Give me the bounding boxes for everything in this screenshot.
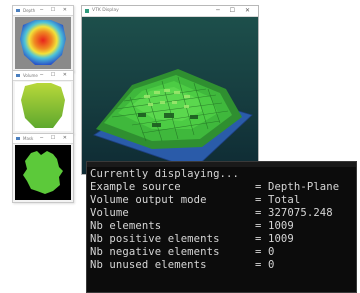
console-titlebar[interactable] (87, 162, 356, 167)
window-titlebar[interactable]: Volume ─ ☐ ✕ (13, 71, 73, 81)
app-icon (16, 74, 20, 77)
window-title: Depth (23, 8, 36, 13)
row-value: 0 (267, 259, 275, 271)
app-icon (16, 9, 20, 12)
row-sep: = (255, 181, 268, 193)
row-key: Nb positive elements (90, 233, 220, 245)
window-controls[interactable]: ─ ☐ ✕ (40, 71, 70, 80)
console-row: Nb negative elements = 0 (90, 246, 274, 259)
volume-shade-image (15, 82, 71, 131)
window-title: Mask (23, 136, 34, 141)
app-icon (16, 137, 20, 140)
window-titlebar[interactable]: Depth ─ ☐ ✕ (13, 6, 73, 16)
window-controls[interactable]: ─ ☐ ✕ (40, 134, 70, 143)
row-key: Nb unused elements (90, 259, 207, 271)
console-row: Volume output mode = Total (90, 194, 300, 207)
row-key: Volume (90, 207, 129, 219)
console-window[interactable]: Currently displaying... Example source = … (86, 161, 357, 293)
row-sep: = (255, 246, 268, 258)
row-sep: = (255, 233, 268, 245)
row-sep: = (255, 259, 268, 271)
row-sep: = (255, 207, 268, 219)
viewer-titlebar[interactable]: VTK Display ─ ☐ ✕ (82, 6, 258, 17)
window-controls[interactable]: ─ ☐ ✕ (216, 6, 254, 16)
row-value: 327075.248 (267, 207, 333, 219)
row-sep: = (255, 194, 268, 206)
console-row: Nb elements = 1009 (90, 220, 294, 233)
depth-heatmap-image (15, 17, 71, 69)
console-row: Nb unused elements = 0 (90, 259, 274, 272)
green-mask-image (15, 145, 71, 200)
console-row: Example source = Depth-Plane (90, 181, 339, 194)
console-row: Nb positive elements = 1009 (90, 233, 294, 246)
window-titlebar[interactable]: Mask ─ ☐ ✕ (13, 134, 73, 144)
3d-render-viewport[interactable] (82, 17, 258, 174)
row-value: 1009 (267, 220, 294, 232)
app-icon (85, 9, 89, 13)
row-value: 0 (267, 246, 275, 258)
console-row: Volume = 327075.248 (90, 207, 333, 220)
viewer-title: VTK Display (92, 8, 119, 13)
volume-preview-window[interactable]: Volume ─ ☐ ✕ (12, 70, 74, 134)
row-key: Example source (90, 181, 181, 193)
row-key: Volume output mode (90, 194, 207, 206)
window-controls[interactable]: ─ ☐ ✕ (40, 6, 70, 15)
mask-preview-window[interactable]: Mask ─ ☐ ✕ (12, 133, 74, 203)
row-key: Nb negative elements (90, 246, 220, 258)
voxel-render (93, 69, 253, 170)
row-sep: = (255, 220, 268, 232)
row-value: 1009 (267, 233, 294, 245)
window-title: Volume (23, 73, 38, 78)
row-value: Total (267, 194, 301, 206)
row-value: Depth-Plane (267, 181, 340, 193)
depth-preview-window[interactable]: Depth ─ ☐ ✕ (12, 5, 74, 72)
row-key: Nb elements (90, 220, 162, 232)
console-header: Currently displaying... (90, 168, 239, 180)
3d-viewer-window[interactable]: VTK Display ─ ☐ ✕ (81, 5, 259, 175)
